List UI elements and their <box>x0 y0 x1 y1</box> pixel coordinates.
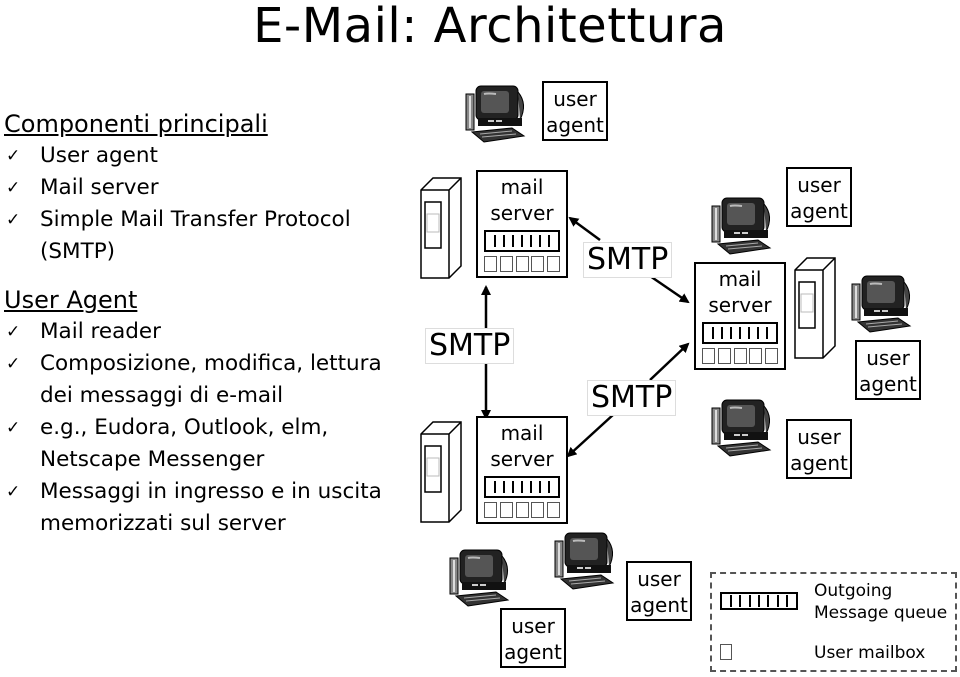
smtp-arrow-bottom <box>649 342 690 381</box>
user-agent-box: user agent <box>500 608 566 668</box>
computer-icon <box>851 275 911 333</box>
user-agent-box: user agent <box>786 167 852 227</box>
server-tower-icon <box>794 257 836 359</box>
server-tower-icon <box>420 177 462 279</box>
mail-server-box: mail server <box>476 170 568 278</box>
legend-queue-label: Outgoing Message queue <box>814 581 948 623</box>
outgoing-queue-icon <box>702 322 778 344</box>
user-agent-box: user agent <box>542 81 608 141</box>
mail-server-box: mail server <box>476 416 568 524</box>
mail-server-box: mail server <box>694 262 786 370</box>
outgoing-queue-icon <box>484 230 560 252</box>
computer-icon <box>711 197 771 255</box>
legend-mailbox-label: User mailbox <box>814 643 926 663</box>
user-agent-box: user agent <box>786 419 852 479</box>
smtp-arrow-top <box>568 216 601 242</box>
smtp-label: SMTP <box>583 242 673 278</box>
user-agent-box: user agent <box>855 340 921 400</box>
smtp-label: SMTP <box>425 328 515 364</box>
mailbox-icons <box>702 348 778 364</box>
computer-icon <box>465 85 525 143</box>
computer-icon <box>711 399 771 457</box>
outgoing-queue-icon <box>720 592 798 610</box>
smtp-arrow-bottom <box>566 413 615 458</box>
outgoing-queue-icon <box>484 476 560 498</box>
smtp-label: SMTP <box>587 380 677 416</box>
server-tower-icon <box>420 421 462 523</box>
user-agent-box: user agent <box>626 561 692 621</box>
computer-icon <box>554 532 614 590</box>
mailbox-icons <box>484 256 560 272</box>
mailbox-icons <box>484 502 560 518</box>
legend: Outgoing Message queue User mailbox <box>710 572 957 672</box>
mailbox-icon <box>720 644 732 660</box>
smtp-arrow-top <box>649 274 690 304</box>
computer-icon <box>449 549 509 607</box>
